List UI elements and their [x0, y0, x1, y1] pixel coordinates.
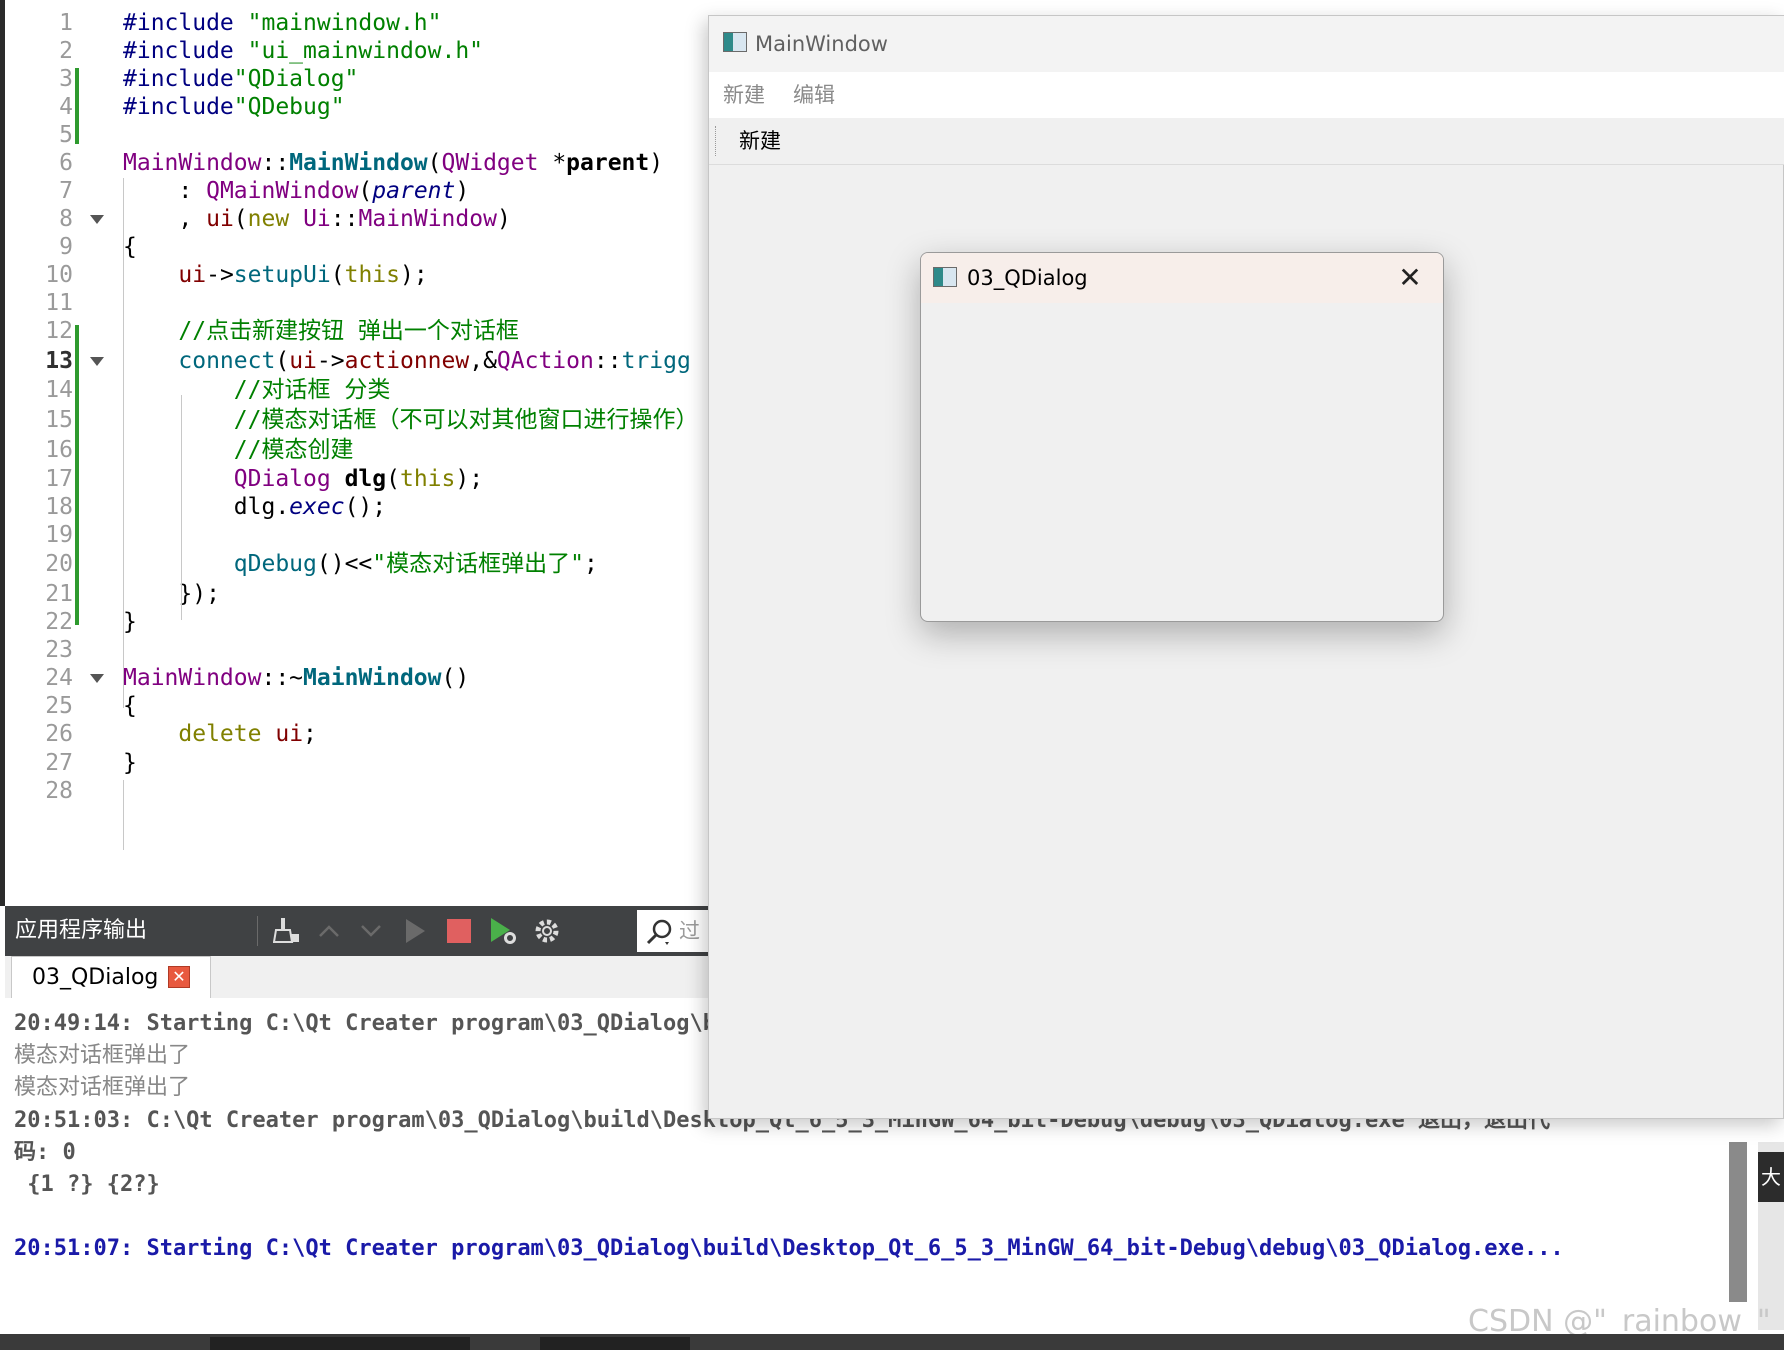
main-window-toolbar: 新建 — [709, 118, 1784, 165]
close-tab-icon[interactable]: ✕ — [168, 966, 190, 988]
output-tab[interactable]: 03_QDialog ✕ — [11, 956, 211, 998]
dialog-app-icon — [933, 267, 957, 287]
clear-output-icon[interactable] — [267, 906, 307, 956]
output-pane-title: 应用程序输出 — [15, 918, 148, 943]
code-text: //模态创建 — [233, 437, 354, 463]
line-number: 15 — [45, 407, 73, 433]
line-number: 16 — [45, 437, 73, 463]
menu-new[interactable]: 新建 — [723, 72, 765, 118]
scroll-up-icon[interactable] — [311, 906, 347, 956]
status-segment — [210, 1337, 470, 1350]
code-text: //对话框 分类 — [233, 377, 391, 403]
qdialog-window: 03_QDialog ✕ — [920, 252, 1444, 622]
line-number: 26 — [45, 721, 73, 747]
output-line: 20:51:07: Starting C:\Qt Creater program… — [14, 1236, 1564, 1261]
fold-arrow-icon[interactable] — [90, 357, 104, 366]
scroll-down-icon[interactable] — [353, 906, 389, 956]
line-number: 20 — [45, 551, 73, 577]
close-icon[interactable]: ✕ — [1395, 263, 1425, 293]
dialog-titlebar[interactable]: 03_QDialog ✕ — [921, 253, 1443, 303]
indent-guide — [123, 178, 124, 708]
output-line: 码: 0 — [14, 1140, 76, 1165]
toolbar-action-new[interactable]: 新建 — [739, 118, 781, 164]
code-text: connect(ui->actionnew,&QAction::trigg — [178, 348, 691, 374]
debug-run-icon[interactable] — [483, 906, 523, 956]
status-bar — [0, 1334, 1784, 1350]
main-window-menubar: 新建 编辑 — [709, 72, 1784, 118]
toolbar-separator — [257, 916, 258, 946]
fold-arrow-icon[interactable] — [90, 674, 104, 683]
side-panel-chip[interactable]: 大 — [1758, 1152, 1784, 1202]
output-line: 模态对话框弹出了 — [14, 1075, 191, 1100]
change-marker — [75, 68, 79, 144]
search-icon — [646, 919, 672, 945]
main-window-titlebar[interactable]: MainWindow — [709, 16, 1784, 72]
code-text: qDebug()<<"模态对话框弹出了"; — [233, 551, 598, 577]
line-number: 12 — [45, 318, 73, 344]
app-icon — [723, 32, 747, 52]
line-number: 13 — [45, 348, 73, 374]
stop-icon[interactable] — [439, 906, 479, 956]
change-marker — [75, 325, 79, 625]
code-text: //模态对话框（不可以对其他窗口进行操作） — [233, 407, 699, 433]
main-window-title: MainWindow — [755, 32, 888, 56]
output-line: {1 ?} {2?} — [14, 1172, 160, 1197]
output-tab-label: 03_QDialog — [32, 965, 159, 990]
line-number: 19 — [45, 522, 73, 548]
code-text: delete ui; — [178, 721, 317, 747]
code-text: //点击新建按钮 弹出一个对话框 — [178, 318, 519, 344]
fold-arrow-icon[interactable] — [90, 215, 104, 224]
status-segment — [540, 1337, 690, 1350]
menu-edit[interactable]: 编辑 — [793, 72, 835, 118]
filter-placeholder: 过 — [679, 919, 700, 943]
indent-guide — [181, 395, 182, 620]
indent-guide — [123, 780, 124, 850]
run-icon[interactable] — [397, 906, 433, 956]
toolbar-handle[interactable] — [715, 126, 718, 156]
output-line: 模态对话框弹出了 — [14, 1043, 191, 1068]
line-number: 28 — [45, 778, 73, 804]
dialog-title: 03_QDialog — [967, 266, 1088, 290]
settings-icon[interactable] — [527, 906, 567, 956]
output-scrollbar-thumb[interactable] — [1729, 1142, 1747, 1302]
line-number: 14 — [45, 377, 73, 403]
